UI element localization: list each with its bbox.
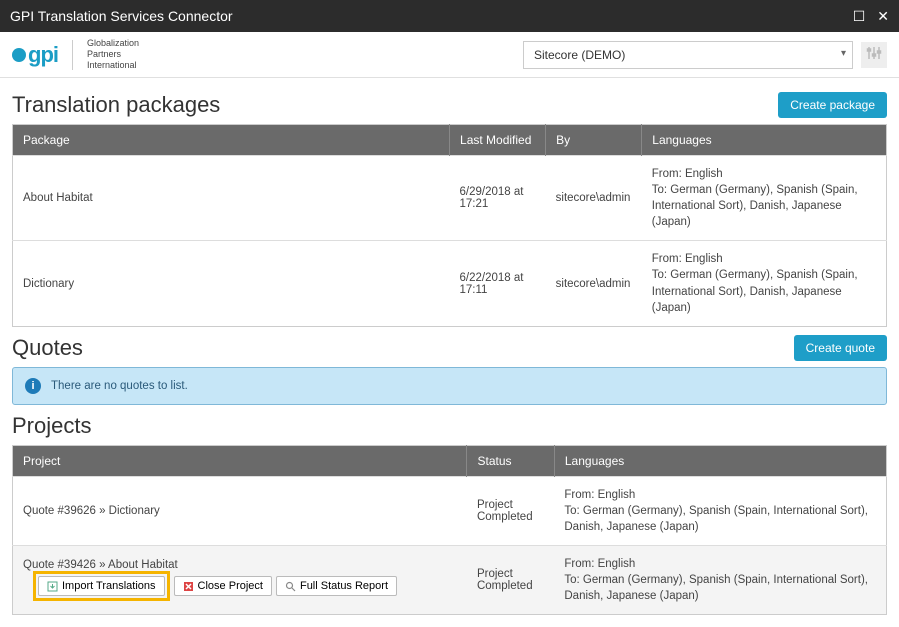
window-titlebar: GPI Translation Services Connector ☐ ✕ [0,0,899,32]
package-name: About Habitat [13,156,450,241]
project-status: Project Completed [467,546,554,615]
col-proj-languages: Languages [554,445,886,476]
header-right: Sitecore (DEMO) [523,41,887,69]
package-modified: 6/29/2018 at 17:21 [450,156,546,241]
table-row[interactable]: Dictionary 6/22/2018 at 17:11 sitecore\a… [13,241,887,326]
packages-table: Package Last Modified By Languages About… [12,124,887,327]
logo-divider [72,40,73,70]
report-icon [285,581,296,592]
project-actions: Import Translations Close Project [33,571,397,601]
projects-heading: Projects [12,413,91,439]
package-name: Dictionary [13,241,450,326]
window-controls: ☐ ✕ [853,8,889,25]
col-languages: Languages [642,125,887,156]
app-header: gpi Globalization Partners International… [0,32,899,78]
sliders-icon [866,45,882,64]
window-title: GPI Translation Services Connector [10,8,233,24]
project-name: Quote #39426 » About Habitat [23,559,178,571]
col-modified: Last Modified [450,125,546,156]
close-project-button[interactable]: Close Project [174,576,272,596]
table-row[interactable]: Quote #39426 » About Habitat Import Tran… [13,546,887,615]
logo-dot-icon [12,48,26,62]
create-package-button[interactable]: Create package [778,92,887,118]
quotes-heading: Quotes [12,335,83,361]
close-project-icon [183,581,194,592]
close-icon[interactable]: ✕ [877,8,889,25]
quotes-empty-text: There are no quotes to list. [51,380,188,392]
col-by: By [546,125,642,156]
project-name: Quote #39626 » Dictionary [13,476,467,545]
logo-tagline: Globalization Partners International [87,38,139,71]
packages-heading: Translation packages [12,92,220,118]
package-languages: From: English To: German (Germany), Span… [642,156,887,241]
content: Translation packages Create package Pack… [0,78,899,627]
col-status: Status [467,445,554,476]
site-select[interactable]: Sitecore (DEMO) [523,41,853,69]
maximize-icon[interactable]: ☐ [853,8,866,25]
table-row[interactable]: About Habitat 6/29/2018 at 17:21 sitecor… [13,156,887,241]
package-languages: From: English To: German (Germany), Span… [642,241,887,326]
package-modified: 6/22/2018 at 17:11 [450,241,546,326]
package-by: sitecore\admin [546,241,642,326]
import-icon [47,581,58,592]
project-status: Project Completed [467,476,554,545]
logo-mark: gpi [12,42,58,68]
settings-button[interactable] [861,42,887,68]
project-languages: From: English To: German (Germany), Span… [554,546,886,615]
create-quote-button[interactable]: Create quote [794,335,887,361]
logo-text: gpi [28,42,58,68]
projects-table: Project Status Languages Quote #39626 » … [12,445,887,616]
packages-section-head: Translation packages Create package [12,92,887,118]
project-languages: From: English To: German (Germany), Span… [554,476,886,545]
project-cell: Quote #39426 » About Habitat Import Tran… [13,546,467,615]
full-status-report-button[interactable]: Full Status Report [276,576,397,596]
gpi-logo: gpi Globalization Partners International [12,38,139,71]
info-icon: i [25,378,41,394]
import-translations-button[interactable]: Import Translations [38,576,165,596]
quotes-section-head: Quotes Create quote [12,335,887,361]
quotes-empty-info: i There are no quotes to list. [12,367,887,405]
package-by: sitecore\admin [546,156,642,241]
col-package: Package [13,125,450,156]
projects-section-head: Projects [12,413,887,439]
table-row[interactable]: Quote #39626 » Dictionary Project Comple… [13,476,887,545]
col-project: Project [13,445,467,476]
site-select-value: Sitecore (DEMO) [534,48,625,62]
highlight-box: Import Translations [33,571,170,601]
